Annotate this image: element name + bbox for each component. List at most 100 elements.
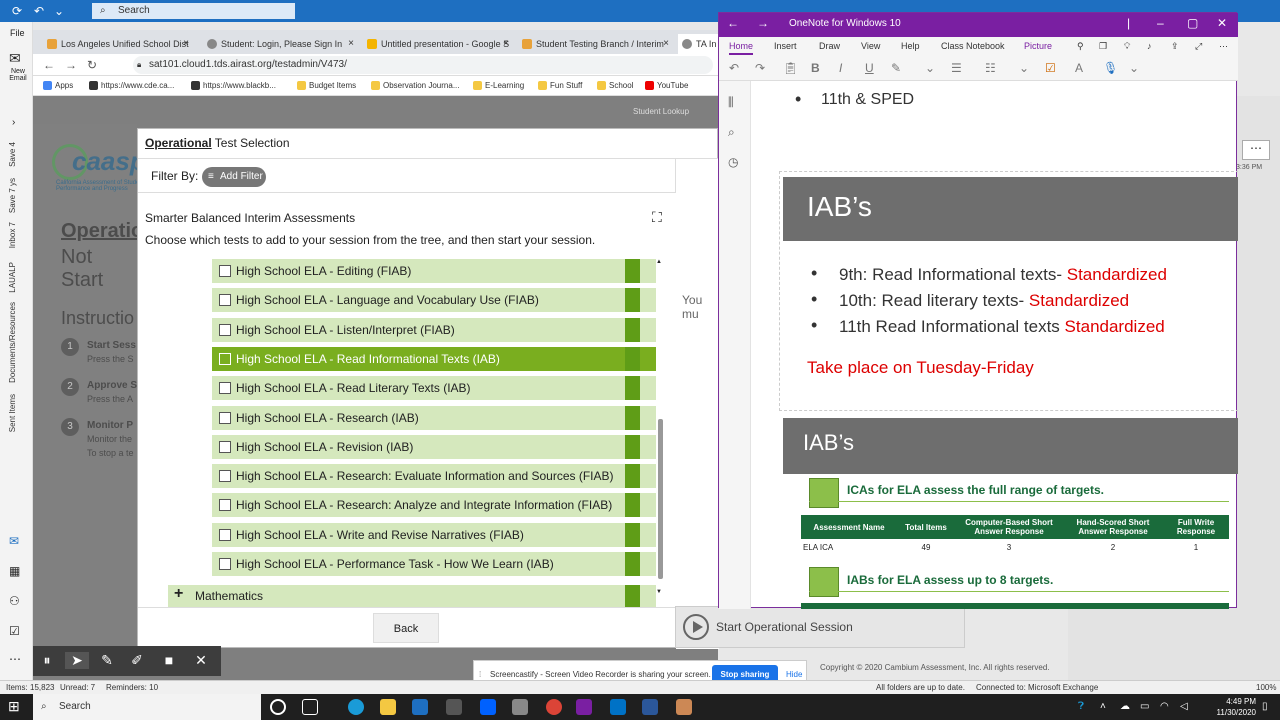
notebooks-icon[interactable]: ⫼ [728, 95, 734, 110]
test-checkbox[interactable] [219, 411, 231, 424]
tab-class-notebook[interactable]: Class Notebook [941, 41, 1005, 51]
test-row[interactable]: High School ELA - Editing (FIAB) [212, 259, 656, 284]
url-input[interactable]: 🔒︎ sat101.cloud1.tds.airast.org/testadmi… [133, 56, 713, 74]
italic-icon[interactable]: I [839, 61, 842, 75]
file-menu[interactable]: File [10, 28, 25, 38]
browser-tab[interactable]: Student: Login, Please Sign In × [203, 34, 358, 54]
test-checkbox[interactable] [219, 265, 231, 277]
tree-node-mathematics[interactable]: + Mathematics [168, 585, 656, 607]
word-icon[interactable] [642, 699, 658, 715]
wifi-icon[interactable]: ◠ [1160, 701, 1169, 712]
bullet-list-icon[interactable]: ☰ [951, 61, 962, 75]
expand-plus-icon[interactable]: + [174, 585, 183, 603]
test-checkbox[interactable] [219, 352, 231, 365]
forward-arrow-icon[interactable]: → [757, 16, 769, 30]
windows-start-icon[interactable]: ⊞ [8, 698, 20, 715]
test-checkbox[interactable] [219, 323, 231, 336]
cursor-icon[interactable]: ➤ [65, 652, 89, 669]
bookmark-item[interactable]: YouTube [645, 81, 688, 90]
taskbar-clock[interactable]: 4:49 PM 11/30/2020 [1196, 696, 1256, 718]
undo-icon[interactable]: ↶ [729, 61, 739, 75]
more-icon[interactable]: ⋯ [1219, 41, 1228, 52]
test-checkbox[interactable] [219, 440, 231, 453]
tasks-icon[interactable]: ☑ [9, 624, 20, 638]
mail-icon[interactable] [446, 699, 462, 715]
app-icon[interactable] [676, 699, 692, 715]
underline-icon[interactable]: U [865, 61, 874, 75]
reminders-count[interactable]: Reminders: 10 [106, 683, 158, 692]
pen-icon[interactable]: ✎ [95, 652, 119, 669]
highlight-icon[interactable]: ✎ [891, 61, 901, 75]
test-row[interactable]: High School ELA - Read Informational Tex… [212, 346, 656, 372]
more-icon[interactable]: ⋯ [9, 652, 21, 666]
test-checkbox[interactable] [219, 470, 231, 483]
folder-laualp[interactable]: LAUALP [8, 262, 17, 293]
bell-icon[interactable]: ♪ [1147, 41, 1152, 51]
test-checkbox[interactable] [219, 499, 231, 512]
people-icon[interactable]: ⚇ [9, 594, 20, 608]
volume-icon[interactable]: ◁ [1180, 701, 1188, 712]
tab-view[interactable]: View [861, 41, 880, 51]
mail-icon[interactable]: ✉ [9, 534, 19, 548]
tree-scrollbar[interactable]: ▲ ▼ [655, 259, 665, 599]
envelope-icon[interactable]: ✉ [9, 50, 21, 67]
folder-sent[interactable]: Sent Items [8, 394, 17, 432]
test-row[interactable]: High School ELA - Research (IAB) [212, 405, 656, 431]
notification-icon[interactable]: ▯ [1262, 701, 1268, 712]
bookmark-item[interactable]: Observation Journa... [371, 81, 459, 90]
folder-save7[interactable]: Save 7 ys [8, 178, 17, 213]
test-row[interactable]: High School ELA - Revision (IAB) [212, 434, 656, 460]
numbered-list-icon[interactable]: ☷ [985, 61, 996, 75]
highlighter-icon[interactable]: ✐ [125, 652, 149, 669]
bookmark-item[interactable]: School [597, 81, 633, 90]
onedrive-icon[interactable]: ☁ [1120, 701, 1130, 712]
bookmark-item[interactable]: E-Learning [473, 81, 524, 90]
back-arrow-icon[interactable]: ← [43, 58, 55, 72]
chevron-up-icon[interactable]: ˄ [1100, 701, 1106, 712]
scroll-down-icon[interactable]: ▼ [656, 589, 662, 595]
browser-tab[interactable]: Student Testing Branch / Interim × [518, 34, 673, 54]
close-icon[interactable]: × [503, 34, 509, 54]
test-row[interactable]: High School ELA - Listen/Interpret (FIAB… [212, 317, 656, 343]
folder-save4[interactable]: Save 4 [8, 142, 17, 167]
undo-icon[interactable]: ↶ [34, 4, 44, 18]
zoom-level[interactable]: 100% [1256, 683, 1276, 692]
bookmark-item[interactable]: https://www.cde.ca... [89, 81, 174, 90]
bookmark-item[interactable]: Budget Items [297, 81, 356, 90]
edge-icon[interactable] [348, 699, 364, 715]
hide-button[interactable]: Hide [786, 670, 802, 679]
back-arrow-icon[interactable]: ← [727, 16, 739, 30]
camera-icon[interactable]: ■ [157, 652, 181, 668]
lightbulb-icon[interactable]: 💡︎ [1124, 41, 1130, 52]
maximize-icon[interactable]: ▢ [1187, 16, 1198, 30]
folder-inbox[interactable]: Inbox 7 [8, 222, 17, 248]
test-checkbox[interactable] [219, 558, 231, 570]
tab-help[interactable]: Help [901, 41, 920, 51]
browser-tab[interactable]: Los Angeles Unified School Dist × [43, 34, 193, 54]
share-page-icon[interactable]: ⇪ [1171, 41, 1179, 52]
test-checkbox[interactable] [219, 528, 231, 541]
redo-icon[interactable]: ↷ [755, 61, 765, 75]
onenote-page[interactable]: • 11th & SPED IAB’s • 9th: Read Informat… [751, 81, 1238, 609]
browser-tab-active[interactable]: TA In [678, 34, 718, 54]
tab-picture[interactable]: Picture [1024, 41, 1052, 51]
cortana-icon[interactable] [270, 699, 286, 715]
taskbar-search-input[interactable]: ⌕ Search [33, 694, 261, 720]
styles-icon[interactable]: A [1075, 61, 1083, 75]
start-operational-session-button[interactable]: Start Operational Session [675, 606, 965, 648]
copy-icon[interactable]: ❐ [1099, 41, 1107, 52]
drag-handle-icon[interactable]: ⁞ [479, 670, 481, 679]
chevron-right-icon[interactable]: › [12, 117, 15, 128]
expand-icon[interactable]: ⛶ [652, 209, 662, 226]
fullscreen-icon[interactable]: ⤢ [1195, 41, 1202, 52]
tab-home[interactable]: Home [729, 41, 754, 55]
browser-tab[interactable]: Untitled presentation - Google S × [363, 34, 513, 54]
store-icon[interactable] [412, 699, 428, 715]
share-icon[interactable]: ⚲ [1077, 41, 1084, 52]
test-row[interactable]: High School ELA - Performance Task - How… [212, 552, 656, 577]
bookmark-item[interactable]: Fun Stuff [538, 81, 582, 90]
battery-icon[interactable]: ▭ [1140, 701, 1149, 712]
folder-documents[interactable]: Documents/Resources [8, 302, 17, 383]
clipboard-icon[interactable]: 📋︎ [783, 61, 798, 75]
onenote-icon[interactable] [576, 699, 592, 715]
